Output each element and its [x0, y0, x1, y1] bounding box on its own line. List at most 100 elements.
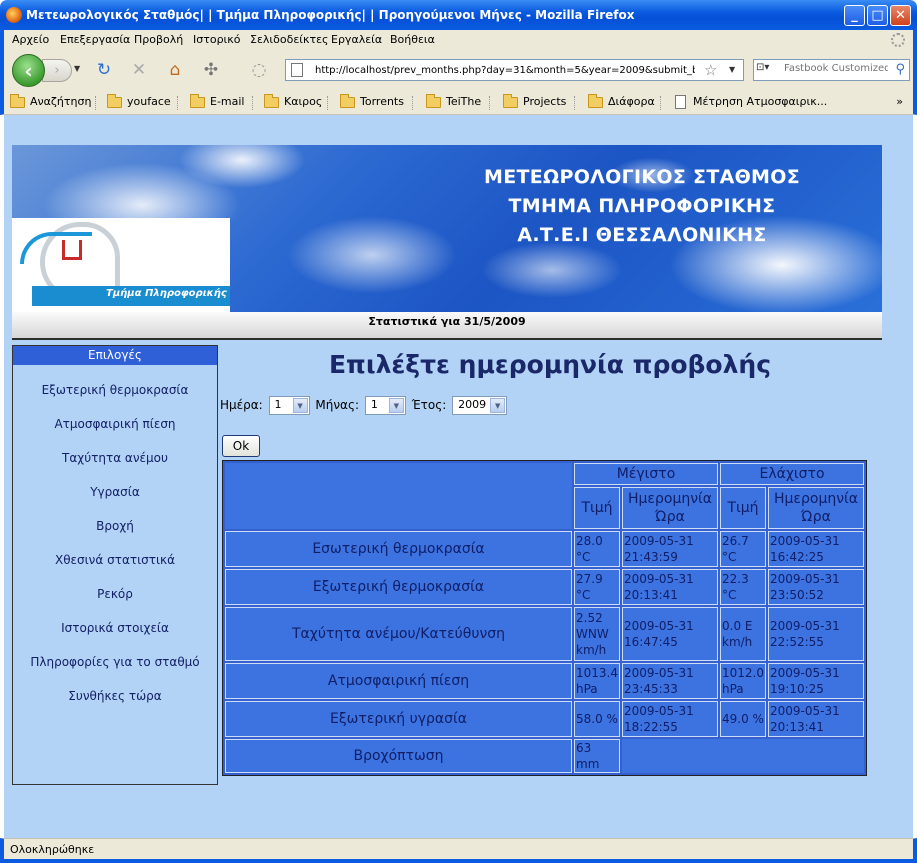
home-icon[interactable]: ⌂	[164, 59, 186, 81]
throbber-icon	[891, 33, 905, 47]
reload-icon[interactable]: ↻	[93, 59, 115, 81]
sidebar-item-history[interactable]: Ιστορικά στοιχεία	[13, 621, 217, 635]
main-panel: Επιλέξτε ημερομηνία προβολής Ημέρα: 1 ▼ …	[218, 345, 882, 785]
day-select-value: 1	[274, 398, 282, 411]
bookmark-item[interactable]: E-mail	[190, 94, 245, 111]
menu-history[interactable]: Ιστορικό	[193, 33, 241, 46]
bookmarks-toolbar: Αναζήτηση youface E-mail Καιρος Torrents…	[0, 90, 917, 115]
menu-help[interactable]: Βοήθεια	[390, 33, 435, 46]
folder-icon	[340, 94, 355, 108]
menu-tools[interactable]: Εργαλεία	[331, 33, 382, 46]
search-icon[interactable]: ⚲	[895, 62, 905, 77]
day-select[interactable]: 1 ▼	[268, 396, 310, 415]
logo-text: Τμήμα Πληροφορικής	[106, 288, 227, 299]
banner-line: ΤΜΗΜΑ ΠΛΗΡΟΦΟΡΙΚΗΣ	[508, 195, 776, 217]
bookmark-item[interactable]: youface	[107, 94, 171, 111]
sidebar-item-records[interactable]: Ρεκόρ	[13, 587, 217, 601]
month-label: Μήνας:	[315, 398, 360, 412]
sidebar-item-pressure[interactable]: Ατμοσφαιρική πίεση	[13, 417, 217, 431]
addon-icon[interactable]: ✣	[200, 59, 222, 81]
min-datetime: 2009-05-31 23:50:52	[768, 569, 864, 605]
sidebar-menu: Επιλογές Εξωτερική θερμοκρασία Ατμοσφαιρ…	[12, 345, 218, 785]
table-row: Ατμοσφαιρική πίεση 1013.4 hPa 2009-05-31…	[225, 663, 864, 699]
bookmark-item[interactable]: Διάφορα	[588, 94, 655, 111]
max-value: 27.9 °C	[574, 569, 620, 605]
chevron-down-icon[interactable]: ▼	[388, 398, 404, 413]
folder-icon	[10, 94, 25, 108]
year-select[interactable]: 2009 ▼	[452, 396, 508, 415]
bookmark-item[interactable]: Projects	[503, 94, 566, 111]
menu-file[interactable]: Αρχείο	[12, 33, 49, 46]
bookmark-separator	[574, 96, 575, 110]
maximize-button[interactable]: □	[867, 5, 888, 26]
ok-button[interactable]: Ok	[222, 435, 260, 457]
bookmark-item[interactable]: TeiThe	[426, 94, 481, 111]
min-value: 0.0 E km/h	[720, 607, 766, 661]
row-label: Εξωτερική υγρασία	[225, 701, 572, 737]
bookmark-separator	[660, 96, 661, 110]
identity-icon[interactable]: ◌	[248, 59, 270, 81]
folder-icon	[503, 94, 518, 108]
search-bar[interactable]: ⊡▾ ⚲	[753, 59, 910, 81]
year-select-value: 2009	[458, 398, 487, 411]
history-dropdown-icon[interactable]: ▼	[74, 64, 80, 73]
page-content: ΜΕΤΕΩΡΟΛΟΓΙΚΟΣ ΣΤΑΘΜΟΣ ΤΜΗΜΑ ΠΛΗΡΟΦΟΡΙΚΗ…	[4, 115, 913, 838]
folder-icon	[426, 94, 441, 108]
min-value: 49.0 %	[720, 701, 766, 737]
bookmark-item[interactable]: Αναζήτηση	[10, 94, 91, 111]
max-datetime: 2009-05-31 21:43:59	[622, 531, 718, 567]
menu-edit[interactable]: Επεξεργασία	[60, 33, 130, 46]
min-datetime: 2009-05-31 19:10:25	[768, 663, 864, 699]
bookmark-item[interactable]: Torrents	[340, 94, 404, 111]
banner-line: ΜΕΤΕΩΡΟΛΟΓΙΚΟΣ ΣΤΑΘΜΟΣ	[484, 166, 800, 188]
banner-line: Α.Τ.Ε.Ι ΘΕΣΣΑΛΟΝΙΚΗΣ	[517, 224, 767, 246]
bookmark-item[interactable]: Καιρος	[264, 94, 322, 111]
sidebar-item-rain[interactable]: Βροχή	[13, 519, 217, 533]
table-row: Εξωτερική υγρασία 58.0 % 2009-05-31 18:2…	[225, 701, 864, 737]
chevron-down-icon[interactable]: ▼	[490, 398, 506, 413]
department-logo: Τμήμα Πληροφορικής	[12, 218, 230, 312]
sidebar-item-yesterday-stats[interactable]: Χθεσινά στατιστικά	[13, 553, 217, 567]
url-dropdown-icon[interactable]: ▼	[729, 65, 735, 74]
status-text: Ολοκληρώθηκε	[10, 843, 95, 856]
url-input[interactable]	[315, 62, 695, 78]
bookmark-item[interactable]: Μέτρηση Ατμοσφαιρικ...	[673, 95, 827, 111]
folder-icon	[190, 94, 205, 108]
chevron-down-icon[interactable]: ▼	[292, 398, 308, 413]
window-title-bar[interactable]: Μετεωρολογικός Σταθμός| | Τμήμα Πληροφορ…	[0, 0, 917, 30]
menu-bookmarks[interactable]: Σελιδοδείκτες	[250, 33, 329, 46]
site-banner: ΜΕΤΕΩΡΟΛΟΓΙΚΟΣ ΣΤΑΘΜΟΣ ΤΜΗΜΑ ΠΛΗΡΟΦΟΡΙΚΗ…	[12, 145, 882, 312]
search-engine-icon[interactable]: ⊡▾	[756, 62, 780, 78]
navigation-toolbar: › ‹ ▼ ↻ ✕ ⌂ ✣ ◌ ☆ ▼ ⊡▾ ⚲	[0, 50, 917, 90]
min-value: 1012.0 hPa	[720, 663, 766, 699]
sidebar-item-humidity[interactable]: Υγρασία	[13, 485, 217, 499]
bookmark-separator	[95, 96, 96, 110]
close-button[interactable]: ✕	[890, 5, 911, 26]
sidebar-item-wind-speed[interactable]: Ταχύτητα ανέμου	[13, 451, 217, 465]
bookmark-star-icon[interactable]: ☆	[704, 61, 717, 79]
minimize-button[interactable]: _	[844, 5, 865, 26]
sidebar-item-current-conditions[interactable]: Συνθήκες τώρα	[13, 689, 217, 703]
max-datetime: 2009-05-31 16:47:45	[622, 607, 718, 661]
menu-bar: Αρχείο Επεξεργασία Προβολή Ιστορικό Σελι…	[0, 30, 917, 50]
max-datetime-header: Ημερομηνία Ώρα	[622, 487, 718, 529]
max-value: 2.52 WNW km/h	[574, 607, 620, 661]
sidebar-title: Επιλογές	[13, 346, 217, 365]
sidebar-item-outside-temperature[interactable]: Εξωτερική θερμοκρασία	[13, 383, 217, 397]
logo-mark-icon	[62, 240, 82, 260]
forward-button[interactable]: ›	[42, 59, 72, 82]
sidebar-item-station-info[interactable]: Πληροφορίες για το σταθμό	[13, 655, 217, 669]
menu-view[interactable]: Προβολή	[134, 33, 183, 46]
stop-icon[interactable]: ✕	[128, 59, 150, 81]
bookmark-separator	[252, 96, 253, 110]
max-datetime: 2009-05-31 18:22:55	[622, 701, 718, 737]
page-icon	[675, 95, 686, 109]
bookmarks-overflow-icon[interactable]: »	[896, 95, 903, 108]
back-button[interactable]: ‹	[12, 54, 45, 87]
address-bar[interactable]: ☆ ▼	[285, 59, 744, 81]
page-icon	[291, 63, 303, 77]
year-label: Έτος:	[411, 398, 447, 412]
month-select[interactable]: 1 ▼	[364, 396, 406, 415]
search-input[interactable]	[784, 63, 888, 74]
firefox-icon	[6, 7, 22, 23]
